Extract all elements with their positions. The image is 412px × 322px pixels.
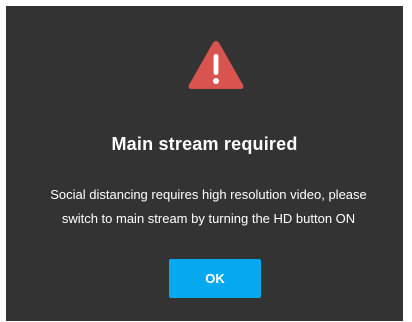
dialog-message-line-1: Social distancing requires high resoluti…	[50, 187, 367, 202]
dialog-message-line-2: switch to main stream by turning the HD …	[61, 211, 356, 226]
ok-button[interactable]: OK	[169, 259, 261, 298]
dialog-title: Main stream required	[111, 134, 298, 154]
alert-dialog: Main stream required Social distancing r…	[6, 6, 403, 321]
dialog-message: Social distancing requires high resoluti…	[26, 183, 391, 231]
warning-triangle-icon	[188, 41, 244, 89]
